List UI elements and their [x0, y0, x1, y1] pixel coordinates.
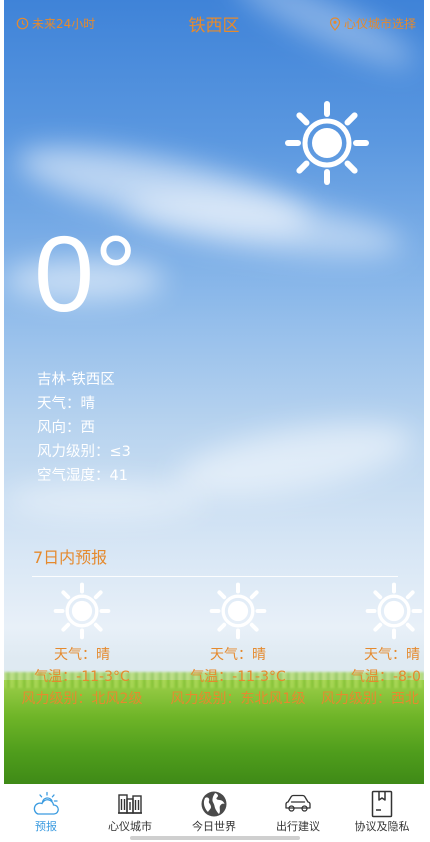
- forecast-temperature: 气温：-8-0: [351, 669, 421, 685]
- tab-label: 出行建议: [276, 820, 320, 833]
- tab-label: 今日世界: [192, 820, 236, 833]
- top-bar: 未来24小时 铁西区 心仪城市选择: [4, 8, 424, 38]
- bottom-tab-bar: 预报 心仪城市 今日世界 出行建议 协议及隐私: [4, 784, 424, 842]
- location-pin-icon: [329, 16, 341, 31]
- forecast-title: 7日内预报: [33, 548, 108, 567]
- sunny-icon: [285, 101, 369, 185]
- tab-travel-advice[interactable]: 出行建议: [256, 784, 340, 842]
- forecast-day-card[interactable]: 天气：晴 气温：-11-3°C 风力级别：北风2级: [7, 582, 157, 710]
- wind-level-text: 风力级别：≤3: [37, 444, 131, 460]
- tab-label: 协议及隐私: [354, 820, 410, 833]
- weather-text: 天气：晴: [37, 396, 95, 412]
- sunny-icon: [209, 582, 267, 640]
- tab-world-today[interactable]: 今日世界: [172, 784, 256, 842]
- forecast-divider: [32, 576, 398, 577]
- globe-icon: [201, 791, 227, 817]
- tab-label: 心仪城市: [108, 820, 152, 833]
- favorite-city-select-label: 心仪城市选择: [343, 17, 416, 31]
- current-weather-details: 吉林-铁西区 天气：晴 风向：西 风力级别：≤3 空气湿度：41: [37, 368, 131, 488]
- forecast-temperature: 气温：-11-3°C: [34, 669, 130, 685]
- cloud-sun-icon: [33, 791, 59, 815]
- sunny-icon: [53, 582, 111, 640]
- current-temperature: 0°: [34, 213, 138, 334]
- forecast-wind: 风力级别：北风2级: [21, 691, 143, 707]
- forecast-wind: 风力级别：东北风1级: [170, 691, 306, 707]
- buildings-icon: [118, 794, 142, 814]
- forecast-weather: 天气：晴: [364, 647, 420, 663]
- forecast-day-card[interactable]: 天气：晴 气温：-11-3°C 风力级别：东北风1级: [163, 582, 313, 710]
- humidity-text: 空气湿度：41: [37, 468, 128, 484]
- document-icon: [371, 790, 393, 818]
- home-indicator: [130, 836, 300, 840]
- tab-favorite-cities[interactable]: 心仪城市: [88, 784, 172, 842]
- wind-direction-text: 风向：西: [37, 420, 95, 436]
- location-text: 吉林-铁西区: [37, 372, 115, 388]
- tab-agreement-privacy[interactable]: 协议及隐私: [340, 784, 424, 842]
- forecast-weather: 天气：晴: [54, 647, 110, 663]
- sunny-icon: [365, 582, 423, 640]
- tab-forecast[interactable]: 预报: [4, 784, 88, 842]
- car-icon: [285, 794, 311, 812]
- forecast-weather: 天气：晴: [210, 647, 266, 663]
- forecast-day-card[interactable]: 天气：晴 气温：-8-0 风力级别：西北: [319, 582, 424, 710]
- forecast-wind: 风力级别：西北: [321, 691, 419, 707]
- tab-label: 预报: [35, 820, 57, 833]
- forecast-temperature: 气温：-11-3°C: [190, 669, 286, 685]
- favorite-city-select-button[interactable]: 心仪城市选择: [329, 15, 416, 32]
